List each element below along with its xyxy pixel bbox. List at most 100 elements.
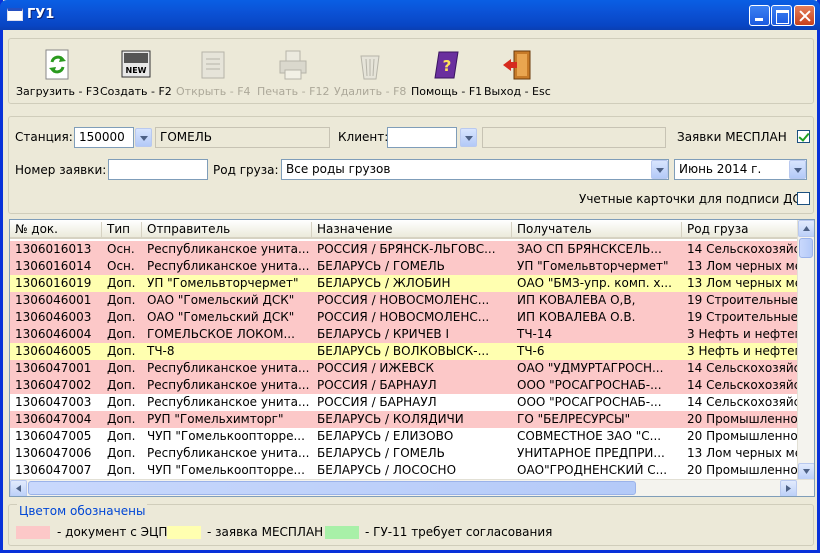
col-recipient[interactable]: Получатель (512, 222, 682, 238)
legend-swatch-mesplan (167, 526, 201, 539)
cell-sender: Республиканское унита... (147, 378, 310, 392)
horizontal-scroll-thumb[interactable] (28, 481, 636, 495)
minimize-button[interactable] (749, 5, 770, 26)
period-dropdown-button[interactable] (789, 160, 806, 179)
cell-doc-number: 1306047002 (15, 378, 92, 392)
cell-cargo: 13 Лом черных ме (687, 259, 800, 273)
table-row[interactable]: 1306016013 Осн. Республиканское унита... РО… (10, 241, 800, 258)
exit-button[interactable]: Выход - Esc (484, 48, 551, 98)
print-button[interactable]: Печать - F12 (257, 48, 329, 98)
vertical-scroll-thumb[interactable] (799, 238, 813, 258)
cell-sender: УП "Гомельвторчермет" (147, 276, 299, 290)
legend-label-mesplan: - заявка МЕСПЛАН (207, 525, 324, 539)
cell-type: Доп. (107, 378, 136, 392)
cell-recipient: ИП КОВАЛЕВА О.В. (517, 310, 636, 324)
cell-destination: БЕЛАРУСЬ / ЖЛОБИН (317, 276, 451, 290)
horizontal-scrollbar[interactable] (10, 479, 814, 496)
help-button[interactable]: ? Помощь - F1 (411, 48, 482, 98)
cell-type: Доп. (107, 395, 136, 409)
cell-cargo: 14 Сельскохозяйс (687, 378, 800, 392)
cell-cargo: 3 Нефть и нефтеп (687, 327, 800, 341)
create-button[interactable]: NEW Создать - F2 (100, 48, 172, 98)
title-bar[interactable]: ГУ1 (0, 0, 820, 30)
exit-label: Выход - Esc (484, 85, 551, 98)
cell-cargo: 19 Строительные (687, 310, 799, 324)
cell-type: Доп. (107, 310, 136, 324)
cell-doc-number: 1306047005 (15, 429, 92, 443)
station-dropdown-button[interactable] (135, 128, 152, 147)
cell-recipient: ИП КОВАЛЕВА О,В, (517, 293, 636, 307)
cell-destination: БЕЛАРУСЬ / КОЛЯДИЧИ (317, 412, 464, 426)
mesplan-label: Заявки МЕСПЛАН (677, 130, 787, 144)
table-row[interactable]: 1306016019 Доп. УП "Гомельвторчермет" БЕЛАР… (10, 275, 800, 292)
cell-sender: Республиканское унита... (147, 446, 310, 460)
cell-doc-number: 1306047007 (15, 463, 92, 477)
table-row[interactable]: 1306047005 Доп. ЧУП "Гомелькоопторре... БЕЛ… (10, 428, 800, 445)
table-row[interactable]: 1306047003 Доп. Республиканское унита... РО… (10, 394, 800, 411)
scroll-right-button[interactable] (780, 480, 797, 496)
load-button[interactable]: Загрузить - F3 (16, 48, 99, 98)
svg-text:NEW: NEW (125, 66, 146, 75)
cell-sender: Республиканское унита... (147, 361, 310, 375)
scroll-up-button[interactable] (798, 220, 814, 237)
cell-cargo: 3 Нефть и нефтеп (687, 344, 800, 358)
delete-button[interactable]: Удалить - F8 (334, 48, 406, 98)
table-row[interactable]: 1306046004 Доп. ГОМЕЛЬСКОЕ ЛОКОМ... БЕЛАРУС… (10, 326, 800, 343)
cell-doc-number: 1306047003 (15, 395, 92, 409)
cell-destination: БЕЛАРУСЬ / КРИЧЕВ I (317, 327, 450, 341)
documents-table: № док. Тип Отправитель Назначение Получа… (9, 219, 815, 497)
table-row[interactable]: 1306047001 Доп. Республиканское унита... РО… (10, 360, 800, 377)
table-row[interactable]: 1306047006 Доп. Республиканское унита... БЕ… (10, 445, 800, 462)
cargo-type-dropdown-button[interactable] (651, 160, 668, 179)
vertical-scrollbar[interactable] (797, 220, 814, 480)
cell-destination: БЕЛАРУСЬ / ГОМЕЛЬ (317, 259, 445, 273)
table-row[interactable]: 1306046003 Доп. ОАО "Гомельский ДСК" РОССИЯ… (10, 309, 800, 326)
col-doc-number[interactable]: № док. (10, 222, 102, 238)
cell-doc-number: 1306046005 (15, 344, 92, 358)
open-button[interactable]: Открыть - F4 (176, 48, 251, 98)
mesplan-checkbox[interactable] (797, 130, 810, 143)
cell-cargo: 20 Промышленно (687, 412, 798, 426)
cell-type: Доп. (107, 327, 136, 341)
col-cargo[interactable]: Род груза (682, 222, 800, 238)
cell-sender: Республиканское унита... (147, 395, 310, 409)
printer-icon (276, 48, 310, 82)
cell-recipient: ОАО "БМЗ-упр. комп. х... (517, 276, 672, 290)
table-row[interactable]: 1306047002 Доп. Республиканское унита... РО… (10, 377, 800, 394)
scroll-left-button[interactable] (10, 480, 27, 496)
station-label: Станция: (15, 130, 73, 144)
table-row[interactable]: 1306016014 Осн. Республиканское унита... БЕ… (10, 258, 800, 275)
cell-doc-number: 1306047001 (15, 361, 92, 375)
table-row[interactable]: 1306047004 Доп. РУП "Гомельхимторг" БЕЛАРУС… (10, 411, 800, 428)
col-type[interactable]: Тип (102, 222, 142, 238)
window-title: ГУ1 (27, 7, 55, 22)
table-row[interactable]: 1306046001 Доп. ОАО "Гомельский ДСК" РОССИЯ… (10, 292, 800, 309)
create-label: Создать - F2 (100, 85, 172, 98)
table-row[interactable]: 1306047007 Доп. ЧУП "Гомелькоопторре... БЕЛ… (10, 462, 800, 479)
client-dropdown-button[interactable] (460, 128, 477, 147)
cards-checkbox[interactable] (797, 192, 810, 205)
cargo-type-select[interactable]: Все роды грузов (281, 159, 669, 180)
cell-doc-number: 1306047004 (15, 412, 92, 426)
order-number-input[interactable] (108, 159, 208, 180)
col-sender[interactable]: Отправитель (142, 222, 312, 238)
cell-doc-number: 1306016019 (15, 276, 92, 290)
maximize-button[interactable] (771, 5, 792, 26)
filter-panel: Станция: 150000 ГОМЕЛЬ Клиент: Заявки МЕ… (8, 116, 814, 214)
cell-sender: ТЧ-8 (147, 344, 175, 358)
cell-recipient: ОАО"ГРОДНЕНСКИЙ С... (517, 463, 668, 477)
close-button[interactable] (794, 5, 815, 26)
cell-destination: БЕЛАРУСЬ / ЕЛИЗОВО (317, 429, 454, 443)
cell-recipient: ЗАО СП БРЯНСКСЕЛЬ... (517, 242, 662, 256)
period-select[interactable]: Июнь 2014 г. (674, 159, 807, 180)
refresh-icon (41, 48, 75, 82)
scroll-down-button[interactable] (798, 463, 814, 480)
station-code-input[interactable]: 150000 (74, 127, 134, 148)
col-destination[interactable]: Назначение (312, 222, 512, 238)
cell-sender: ОАО "Гомельский ДСК" (147, 293, 295, 307)
cell-type: Осн. (107, 259, 135, 273)
help-book-icon: ? (430, 48, 464, 82)
table-row[interactable]: 1306046005 Доп. ТЧ-8 БЕЛАРУСЬ / ВОЛКОВЫСК-.… (10, 343, 800, 360)
client-input[interactable] (387, 127, 457, 148)
station-name-field: ГОМЕЛЬ (155, 127, 330, 148)
